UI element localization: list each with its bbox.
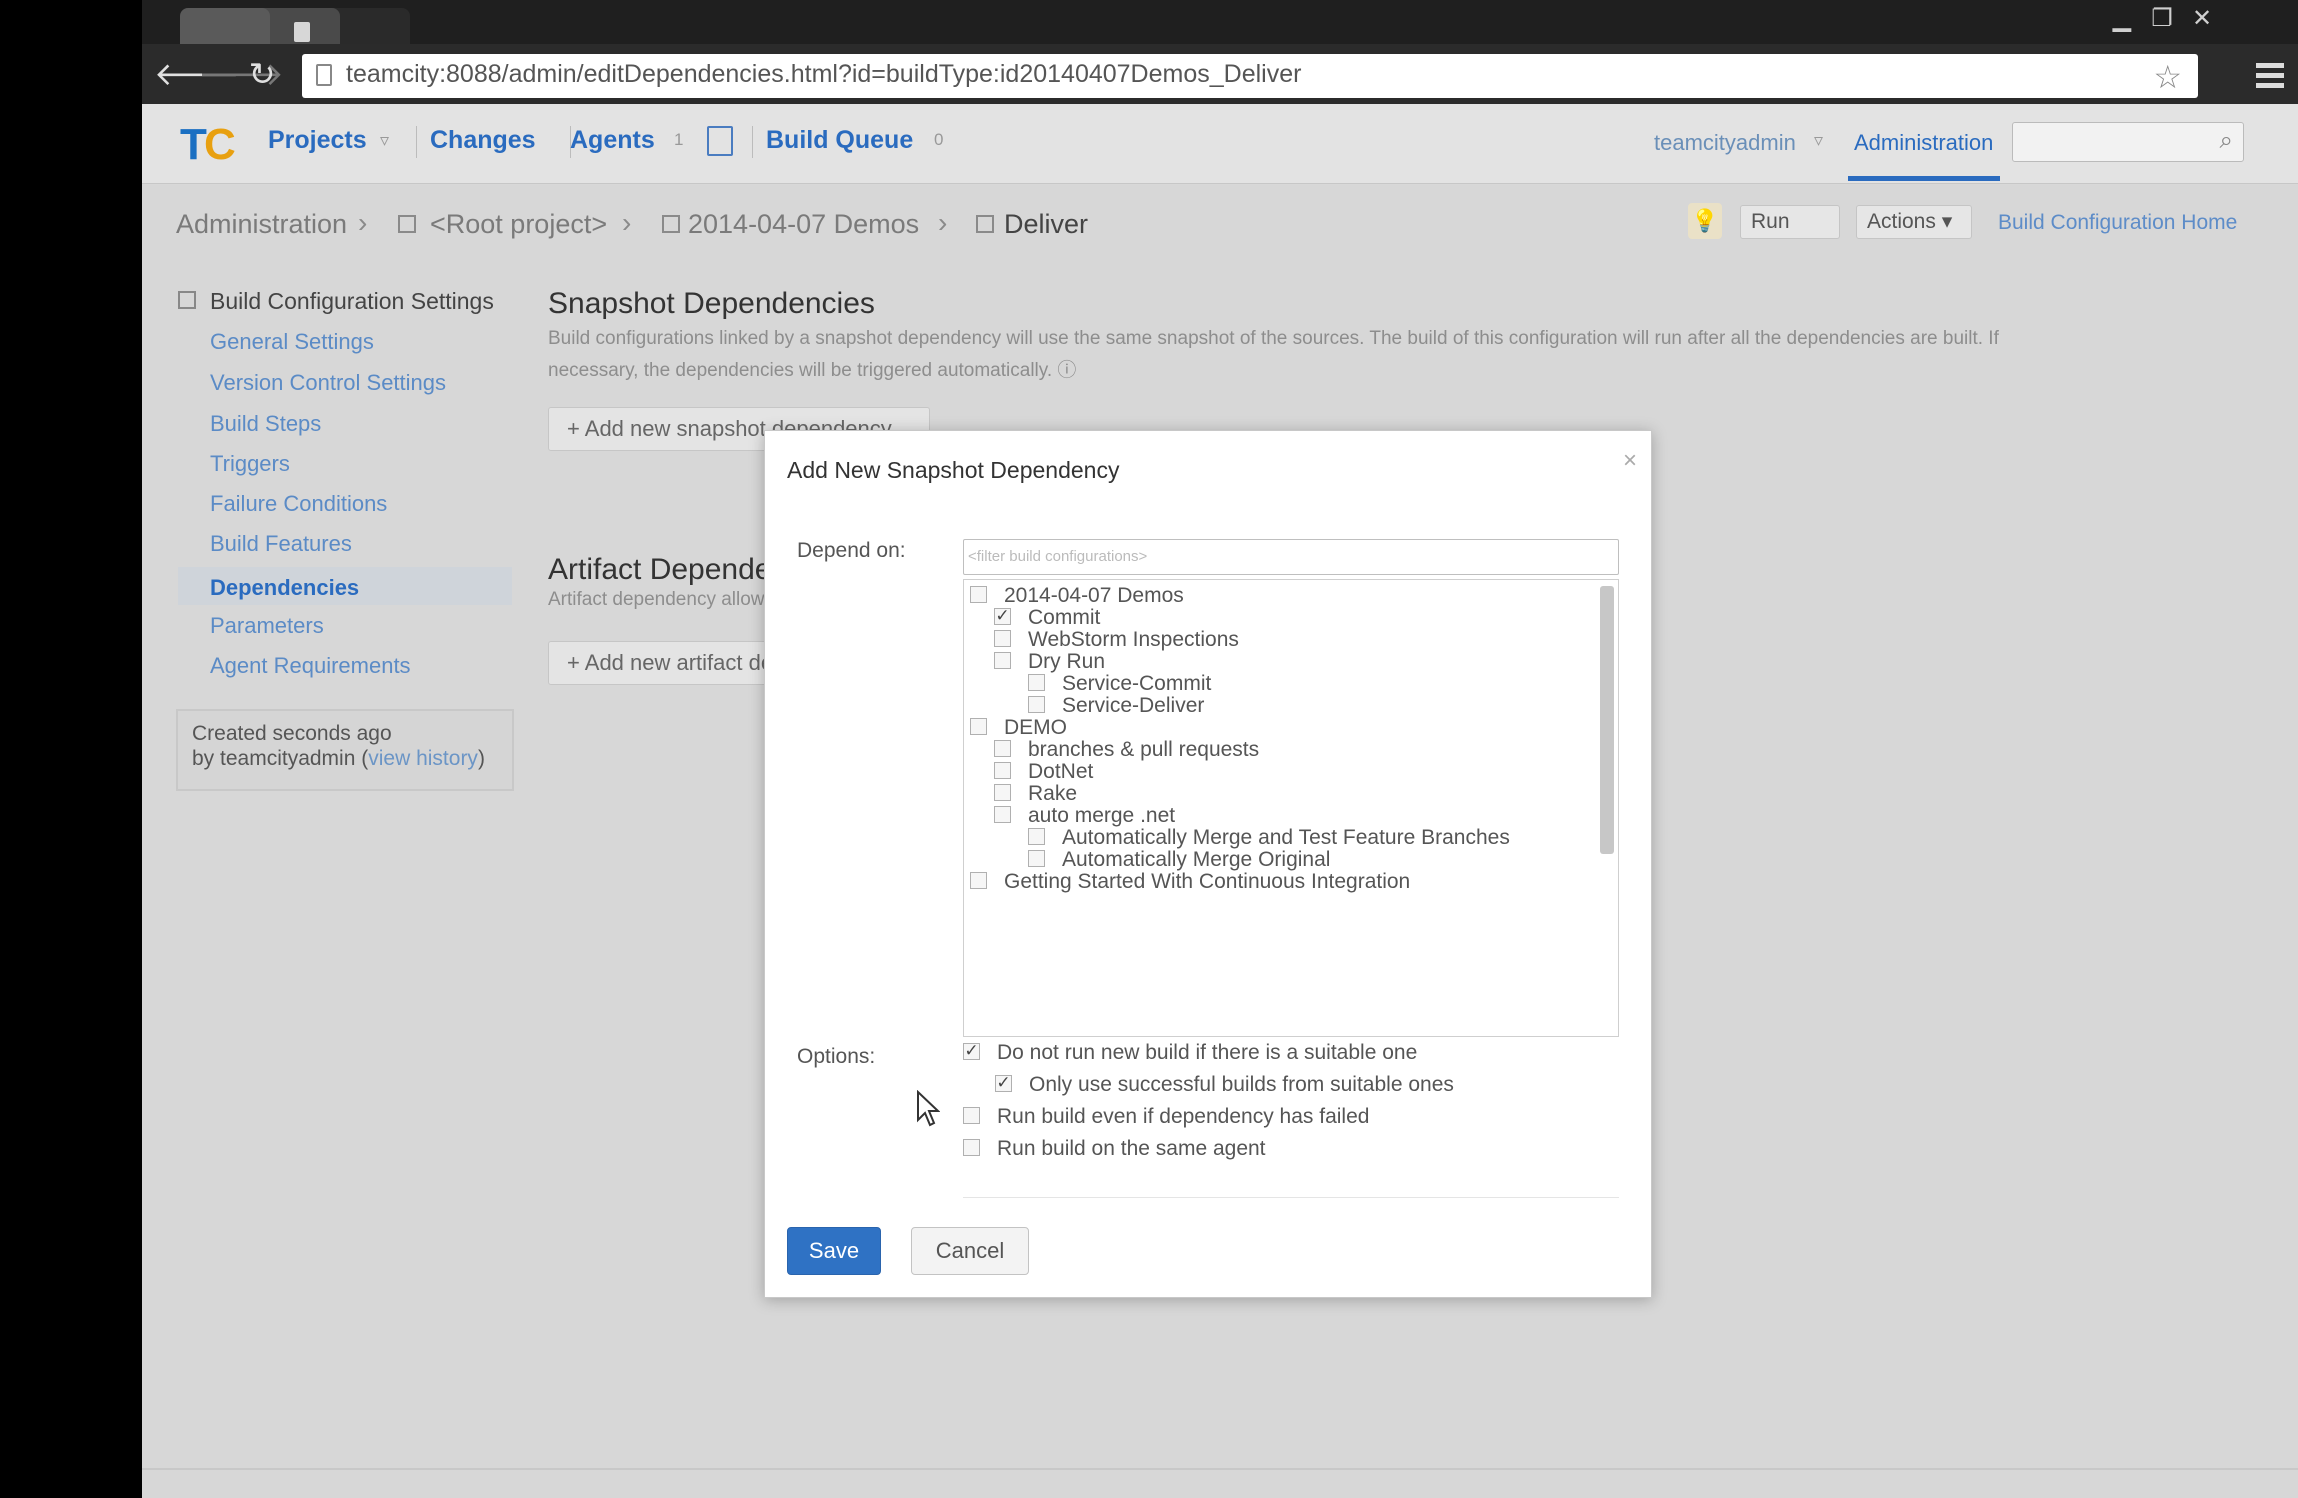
- checkbox[interactable]: [994, 784, 1011, 801]
- checkbox[interactable]: [970, 586, 987, 603]
- nav-changes[interactable]: Changes: [430, 126, 536, 155]
- checkbox-checked[interactable]: ✓: [963, 1042, 980, 1060]
- close-window-icon[interactable]: ✕: [2182, 4, 2222, 34]
- agents-count: 1: [674, 130, 684, 149]
- sidebar-item-label: Dependencies: [210, 575, 360, 600]
- mouse-cursor-icon: [917, 1090, 940, 1127]
- agent-status-icon[interactable]: [707, 126, 733, 156]
- sidebar-title: Build Configuration Settings: [210, 288, 494, 314]
- cancel-button[interactable]: Cancel: [911, 1227, 1029, 1275]
- sidebar-item-agent-requirements[interactable]: Agent Requirements: [210, 653, 411, 679]
- breadcrumb-config: Deliver: [1004, 209, 1089, 239]
- checkbox-checked[interactable]: ✓: [995, 1074, 1012, 1092]
- checkbox[interactable]: [1028, 828, 1045, 845]
- created-by-text: by teamcityadmin (: [192, 747, 369, 770]
- dialog-divider: [963, 1197, 1619, 1198]
- checkbox[interactable]: [963, 1107, 980, 1124]
- nav-projects[interactable]: Projects: [268, 126, 367, 155]
- help-icon[interactable]: ⓘ: [1057, 360, 1076, 381]
- checkbox[interactable]: [994, 806, 1011, 823]
- reload-icon[interactable]: ↻: [242, 54, 282, 94]
- checkbox[interactable]: [1028, 696, 1045, 713]
- nav-build-queue[interactable]: Build Queue: [766, 126, 913, 155]
- address-bar[interactable]: teamcity:8088/admin/editDependencies.htm…: [302, 54, 2198, 98]
- minimize-icon[interactable]: ▁: [2102, 4, 2142, 34]
- created-info-box: Created seconds ago by teamcityadmin (vi…: [176, 709, 514, 791]
- bookmark-star-icon[interactable]: ☆: [2153, 58, 2182, 96]
- search-icon: ⌕: [2219, 127, 2233, 154]
- options-label: Options:: [797, 1045, 876, 1068]
- run-button[interactable]: Run: [1740, 205, 1840, 239]
- footer-divider: [142, 1468, 2298, 1470]
- breadcrumb-project[interactable]: 2014-04-07 Demos: [688, 209, 919, 240]
- teamcity-logo[interactable]: TC: [180, 120, 236, 169]
- user-menu[interactable]: teamcityadmin: [1654, 130, 1796, 156]
- settings-icon: [178, 291, 196, 309]
- checkbox-checked[interactable]: ✓: [994, 607, 1011, 625]
- projects-dropdown-icon[interactable]: ▿: [380, 130, 389, 151]
- lightbulb-icon[interactable]: 💡: [1688, 203, 1722, 239]
- plus-icon: +: [567, 416, 580, 441]
- sidebar-item-parameters[interactable]: Parameters: [210, 613, 324, 639]
- checkbox[interactable]: [994, 740, 1011, 757]
- sidebar-item-failure-conditions[interactable]: Failure Conditions: [210, 491, 387, 517]
- chevron-right-icon: ›: [622, 207, 632, 238]
- project-icon: [398, 215, 416, 233]
- checkbox[interactable]: [994, 652, 1011, 669]
- sidebar-item-triggers[interactable]: Triggers: [210, 451, 290, 477]
- header-search-input[interactable]: ⌕: [2012, 122, 2244, 162]
- sidebar-item-build-features[interactable]: Build Features: [210, 531, 352, 557]
- restore-icon[interactable]: ❐: [2142, 4, 2182, 34]
- build-config-icon: [976, 215, 994, 233]
- plus-icon: +: [567, 650, 580, 675]
- sidebar-item-version-control[interactable]: Version Control Settings: [210, 370, 446, 396]
- browser-titlebar: ▁ ❐ ✕: [142, 0, 2298, 44]
- view-history-link[interactable]: view history: [368, 747, 478, 770]
- browser-menu-icon[interactable]: [2252, 58, 2288, 94]
- checkbox[interactable]: [994, 630, 1011, 647]
- address-url: teamcity:8088/admin/editDependencies.htm…: [346, 60, 1302, 88]
- page-icon: [294, 22, 310, 42]
- checkbox[interactable]: [970, 872, 987, 889]
- checkbox[interactable]: [1028, 850, 1045, 867]
- actions-dropdown[interactable]: Actions ▾: [1856, 205, 1972, 239]
- sidebar-item-build-steps[interactable]: Build Steps: [210, 411, 321, 437]
- close-icon[interactable]: ×: [1623, 447, 1637, 475]
- page-icon: [316, 64, 332, 86]
- checkbox[interactable]: [970, 718, 987, 735]
- sidebar-item-general-settings[interactable]: General Settings: [210, 329, 374, 355]
- browser-tab-active[interactable]: [180, 8, 270, 44]
- nav-administration[interactable]: Administration: [1854, 130, 1993, 156]
- chevron-right-icon: ›: [938, 207, 948, 238]
- dialog-title: Add New Snapshot Dependency: [787, 457, 1120, 483]
- chevron-right-icon: ›: [358, 207, 368, 238]
- teamcity-header: TC Projects ▿ Changes Agents 1 Build Que…: [142, 104, 2298, 184]
- build-queue-count: 0: [934, 130, 944, 149]
- depend-on-label: Depend on:: [797, 539, 906, 562]
- snapshot-dependencies-heading: Snapshot Dependencies: [548, 287, 875, 320]
- checkbox[interactable]: [994, 762, 1011, 779]
- tree-scrollbar[interactable]: [1600, 586, 1614, 854]
- breadcrumb-administration[interactable]: Administration: [176, 209, 347, 240]
- project-icon: [662, 215, 680, 233]
- active-tab-indicator: [1848, 176, 2000, 181]
- build-config-home-link[interactable]: Build Configuration Home: [1998, 211, 2237, 235]
- breadcrumb-root[interactable]: <Root project>: [430, 209, 607, 240]
- filter-build-configurations-input[interactable]: <filter build configurations>: [963, 539, 1619, 575]
- snapshot-description: Build configurations linked by a snapsho…: [548, 328, 1999, 381]
- checkbox[interactable]: [963, 1139, 980, 1156]
- build-configurations-tree[interactable]: 2014-04-07 Demos ✓ Commit WebStorm Inspec…: [963, 579, 1619, 1037]
- nav-agents[interactable]: Agents: [570, 126, 655, 155]
- forward-icon[interactable]: 🡒: [198, 54, 284, 94]
- add-snapshot-dependency-dialog: Add New Snapshot Dependency × Depend on:…: [764, 430, 1652, 1298]
- chevron-down-icon: ▾: [1941, 210, 1953, 233]
- artifact-description: Artifact dependency allows: [548, 589, 775, 610]
- save-button[interactable]: Save: [787, 1227, 881, 1275]
- created-text: Created seconds ago: [192, 722, 392, 745]
- user-dropdown-icon[interactable]: ▿: [1814, 130, 1823, 151]
- back-icon[interactable]: 🡐: [154, 54, 240, 94]
- checkbox[interactable]: [1028, 674, 1045, 691]
